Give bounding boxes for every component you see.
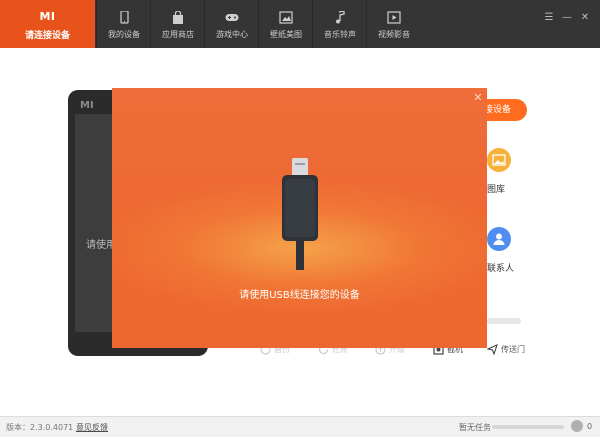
download-icon[interactable] [571,420,583,432]
dialog-close-icon[interactable]: ✕ [472,92,484,104]
tab-game-center[interactable]: 游戏中心 [204,0,258,48]
tab-wallpapers[interactable]: 壁纸美图 [258,0,312,48]
connect-device-label: 请连接设备 [24,31,70,41]
window-controls: ☰ — ✕ [538,5,592,23]
status-bar: 版本：2.3.0.4071 意见反馈 暂无任务 0 [0,416,600,437]
gallery-icon [487,148,511,172]
version-text: 版本：2.3.0.4071 [6,423,74,432]
usb-cable-icon [282,158,318,270]
task-progress-bar [492,425,564,429]
gamepad-icon [225,14,239,21]
tab-label: 我的设备 [108,30,140,39]
tab-app-store[interactable]: 应用商店 [150,0,204,48]
tab-label: 壁纸美图 [270,30,302,39]
usb-connect-message: 请使用USB线连接您的设备 [239,290,360,301]
bag-icon [173,11,183,24]
gallery-label: 图库 [487,185,506,195]
tab-label: 视频影音 [378,30,410,39]
send-portal-tool[interactable]: 传送门 [487,344,525,358]
minimize-icon[interactable]: — [560,11,574,25]
close-icon[interactable]: ✕ [578,11,592,25]
tab-my-device[interactable]: 我的设备 [96,0,150,48]
contacts-label: 联系人 [487,264,515,274]
send-icon [487,344,498,355]
tab-label: 应用商店 [162,30,194,39]
tab-music[interactable]: 音乐铃声 [312,0,366,48]
send-portal-label: 传送门 [501,345,525,354]
contact-icon [487,227,511,251]
storage-bar [487,318,521,324]
feedback-link[interactable]: 意见反馈 [76,422,108,433]
tab-video[interactable]: 视频影音 [366,0,420,48]
connect-device-tab[interactable]: MI 请连接设备 [0,0,95,48]
usb-connect-dialog: ✕ 请使用USB线连接您的设备 [112,88,487,348]
tab-label: 游戏中心 [216,30,248,39]
picture-icon [279,11,293,24]
task-status-text: 暂无任务 [459,423,491,432]
tab-label: 音乐铃声 [324,30,356,39]
video-icon [387,11,401,24]
menu-icon[interactable]: ☰ [542,11,556,25]
top-navigation-bar: MI 请连接设备 我的设备 应用商店 游戏中心 壁纸美图 音乐铃声 视频影音 ☰… [0,0,600,48]
phone-logo: MI [80,100,94,111]
music-note-icon [336,11,345,24]
phone-icon [120,11,129,24]
mi-logo: MI [39,10,56,23]
task-count: 0 [587,422,593,431]
